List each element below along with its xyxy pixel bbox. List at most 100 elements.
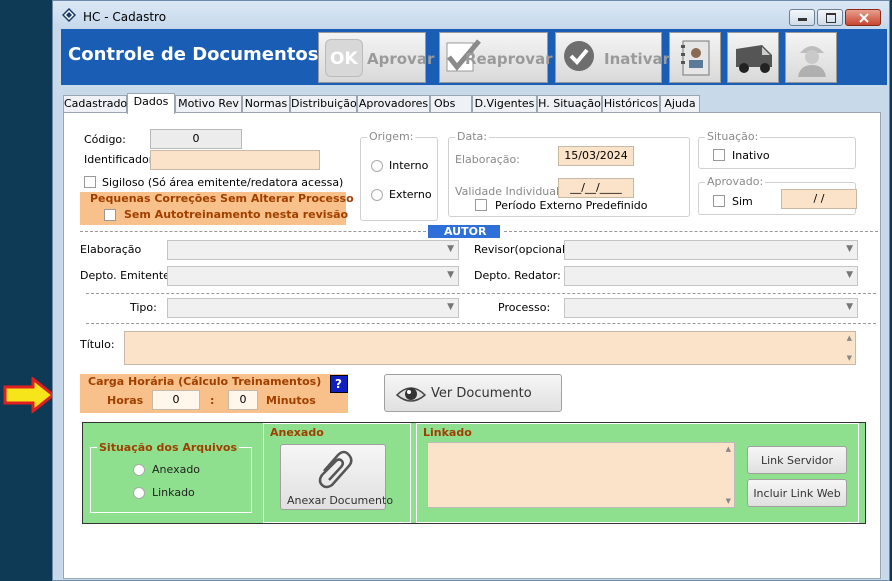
tab-obs[interactable]: Obs xyxy=(430,95,472,113)
anexar-documento-label: Anexar Documento xyxy=(287,494,394,507)
processo-combo[interactable]: ▼ xyxy=(564,298,858,318)
aprovar-label: Aprovar xyxy=(367,50,435,68)
pequenas-correcoes-title: Pequenas Correções Sem Alterar Processo xyxy=(90,192,354,205)
autor-divider-left xyxy=(80,231,426,232)
situacao-group: Situação: Inativo xyxy=(698,130,856,169)
codigo-label: Código: xyxy=(84,133,126,146)
tab-historicos[interactable]: Históricos xyxy=(602,95,660,113)
check-circle-icon xyxy=(564,41,594,71)
aprovado-date-field[interactable]: / / xyxy=(781,189,857,209)
tab-ajuda[interactable]: Ajuda xyxy=(660,95,700,113)
app-title: Controle de Documentos xyxy=(68,44,319,65)
inativar-button[interactable]: Inativar xyxy=(555,32,670,83)
validade-field[interactable]: __/__/____ xyxy=(558,178,634,198)
scroll-down-icon[interactable]: ▼ xyxy=(847,354,852,362)
divider xyxy=(86,293,876,294)
chevron-down-icon: ▼ xyxy=(846,302,853,312)
codigo-field[interactable]: 0 xyxy=(150,129,242,149)
interno-radio[interactable] xyxy=(371,160,383,172)
eye-icon xyxy=(395,387,427,402)
periodo-externo-label: Período Externo Predefinido xyxy=(495,199,648,212)
depto-redator-label: Depto. Redator: xyxy=(474,269,561,282)
scroll-up-icon[interactable]: ▲ xyxy=(847,334,852,342)
scroll-up-icon[interactable]: ▲ xyxy=(726,445,731,453)
main-window: HC - Cadastro Controle de Documentos OK … xyxy=(52,0,890,581)
identificador-field[interactable] xyxy=(150,150,320,170)
interno-label: Interno xyxy=(389,159,429,172)
autor-divider-right xyxy=(504,231,878,232)
ver-documento-button[interactable]: Ver Documento xyxy=(384,374,562,412)
horas-field[interactable]: 0 xyxy=(152,390,200,410)
sem-autotreinamento-checkbox[interactable] xyxy=(104,209,116,221)
chevron-down-icon: ▼ xyxy=(447,302,454,312)
tab-h-situacao[interactable]: H. Situação xyxy=(537,95,602,113)
chevron-down-icon: ▼ xyxy=(846,270,853,280)
worker-icon xyxy=(798,46,826,77)
linkado-radio[interactable] xyxy=(133,487,145,499)
app-header: Controle de Documentos OK Aprovar Reapro… xyxy=(61,29,887,85)
sem-autotreinamento-label: Sem Autotreinamento nesta revisão xyxy=(124,208,349,221)
close-button[interactable] xyxy=(845,9,881,26)
reaprovar-label: Reaprovar xyxy=(465,50,553,68)
maximize-button[interactable] xyxy=(817,9,843,26)
depto-emitente-combo[interactable]: ▼ xyxy=(167,266,459,286)
externo-label: Externo xyxy=(389,188,432,201)
sigiloso-checkbox[interactable] xyxy=(84,176,96,188)
paperclip-icon xyxy=(318,450,353,489)
elaboracao-combo[interactable]: ▼ xyxy=(167,240,459,260)
ver-documento-label: Ver Documento xyxy=(431,386,532,401)
help-button[interactable]: ? xyxy=(330,375,348,393)
van-button[interactable] xyxy=(727,32,779,83)
reaprovar-button[interactable]: Reaprovar xyxy=(439,32,553,83)
origem-group: Origem: Interno Externo xyxy=(360,130,438,221)
tab-distribuicao[interactable]: Distribuição xyxy=(290,95,357,113)
depto-emitente-label: Depto. Emitente: xyxy=(80,269,174,282)
revisor-label: Revisor(opcional) xyxy=(474,243,570,256)
minimize-button[interactable] xyxy=(789,9,815,26)
inativo-checkbox[interactable] xyxy=(713,149,725,161)
linkado-radio-label: Linkado xyxy=(152,486,195,499)
carga-horaria-group: Carga Horária (Cálculo Treinamentos) Hor… xyxy=(80,374,348,413)
titulo-field[interactable]: ▲ ▼ xyxy=(124,331,856,365)
anexar-documento-button[interactable]: Anexar Documento xyxy=(280,444,393,510)
chevron-down-icon: ▼ xyxy=(447,244,454,254)
validade-label: Validade Individual: xyxy=(455,185,563,198)
anexado-radio[interactable] xyxy=(133,464,145,476)
link-servidor-button[interactable]: Link Servidor xyxy=(747,446,847,474)
sigiloso-label: Sigiloso (Só área emitente/redatora aces… xyxy=(102,176,344,189)
scroll-down-icon[interactable]: ▼ xyxy=(726,497,731,505)
inativar-label: Inativar xyxy=(604,50,670,68)
yellow-arrow-icon xyxy=(3,377,55,413)
incluir-link-web-button[interactable]: Incluir Link Web xyxy=(747,479,847,507)
linkado-list[interactable]: ▲ ▼ xyxy=(427,442,735,508)
depto-redator-combo[interactable]: ▼ xyxy=(564,266,858,286)
aprovado-group: Aprovado: Sim / / xyxy=(698,175,857,215)
worker-button[interactable] xyxy=(785,32,837,83)
inativo-label: Inativo xyxy=(732,149,770,162)
horas-label: Horas xyxy=(107,394,144,407)
elaboracao-date-field[interactable]: 15/03/2024 xyxy=(558,146,634,166)
divider xyxy=(86,323,876,324)
situacao-arquivos-group: Situação dos Arquivos Anexado Linkado xyxy=(90,441,252,513)
titulo-label: Título: xyxy=(80,338,115,351)
tab-normas[interactable]: Normas xyxy=(242,95,290,113)
sim-checkbox[interactable] xyxy=(713,195,725,207)
contacts-book-button[interactable] xyxy=(669,32,721,83)
help-icon: ? xyxy=(335,377,342,391)
anexado-group: Anexado Anexar Documento xyxy=(263,423,411,523)
revisor-combo[interactable]: ▼ xyxy=(564,240,858,260)
aprovar-button[interactable]: OK Aprovar xyxy=(318,32,434,83)
tab-motivo-rev[interactable]: Motivo Rev xyxy=(175,95,242,113)
periodo-externo-checkbox[interactable] xyxy=(475,199,487,211)
tab-d-vigentes[interactable]: D.Vigentes xyxy=(472,95,537,113)
tab-aprovadores[interactable]: Aprovadores xyxy=(357,95,430,113)
externo-radio[interactable] xyxy=(371,189,383,201)
tab-dados[interactable]: Dados xyxy=(127,93,175,114)
chevron-down-icon: ▼ xyxy=(846,244,853,254)
tipo-combo[interactable]: ▼ xyxy=(167,298,459,318)
autor-band: AUTOR xyxy=(428,225,500,238)
window-title: HC - Cadastro xyxy=(83,10,167,24)
tab-cadastrado[interactable]: Cadastrado xyxy=(63,95,127,113)
minutos-field[interactable]: 0 xyxy=(228,390,258,410)
maximize-icon xyxy=(826,13,836,23)
